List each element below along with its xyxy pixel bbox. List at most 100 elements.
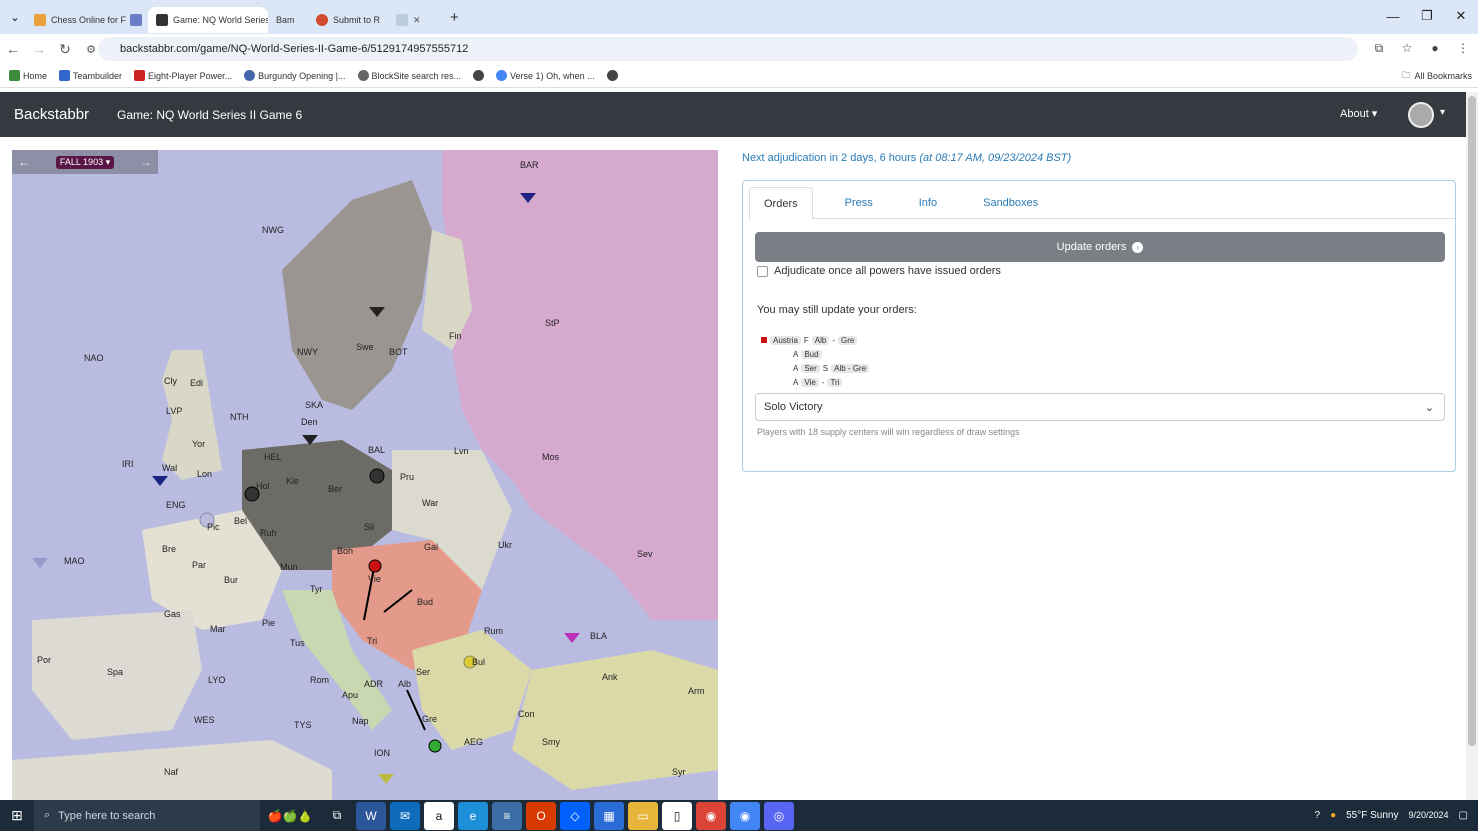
bookmark-burgundy[interactable]: Burgundy Opening |... [241,70,348,81]
bookmark-verse[interactable]: Verse 1) Oh, when ... [493,70,598,81]
province-spa: Spa [107,667,124,677]
file-explorer-icon[interactable]: ▭ [628,801,658,830]
home-bookmark-icon [9,70,20,81]
amazon-icon[interactable]: a [424,801,454,830]
next-phase-icon[interactable]: → [140,155,152,169]
discord-icon[interactable]: ◎ [764,801,794,830]
scrollbar-thumb[interactable] [1468,96,1476,746]
browser-tab-4[interactable]: Submit to R [308,7,388,33]
update-orders-button[interactable]: Update orders › [755,232,1445,262]
unit-bal[interactable] [369,468,385,484]
chevron-down-icon[interactable]: ▾ [1440,107,1445,118]
close-tab-icon[interactable]: ✕ [413,15,421,26]
restore-icon[interactable]: ❐ [1410,0,1444,32]
help-icon[interactable]: ? [1315,810,1321,821]
province-bel: Bel [234,516,248,526]
order-row[interactable]: A Ser S Alb - Gre [761,361,870,375]
province-fin: Fin [449,331,462,341]
unit-gre[interactable] [428,739,442,753]
mail-icon[interactable]: ✉ [390,801,420,830]
windows-start-icon[interactable]: ⊞ [0,800,34,831]
page-scrollbar[interactable] [1466,92,1478,800]
province-aeg: AEG [464,737,484,747]
close-window-icon[interactable]: ✕ [1444,0,1478,32]
clock[interactable]: 9/20/2024 [1409,810,1449,821]
wordpress-icon [244,70,256,81]
previous-phase-icon[interactable]: ← [18,155,30,169]
search-icon: ⌕ [44,809,51,821]
order-row[interactable]: A Bud [761,347,869,361]
edge-icon[interactable]: e [458,801,488,830]
minimize-icon[interactable]: — [1376,0,1410,32]
bookmark-blocksite[interactable]: BlockSite search res... [355,70,465,81]
bookmark-teambuilder[interactable]: Teambuilder [56,70,125,81]
game-title[interactable]: Game: NQ World Series II Game 6 [117,108,302,122]
fruit-widget-icon[interactable]: 🍎🍏🍐 [262,802,318,830]
user-avatar[interactable] [1408,102,1434,128]
system-tray: ? ● 55°F Sunny 9/20/2024 ▢ [1315,800,1478,831]
tab-search-button[interactable]: ⌄ [4,6,26,28]
profile-icon[interactable]: ● [1424,37,1446,59]
about-menu[interactable]: About ▾ [1340,107,1377,120]
unit-vie[interactable] [368,559,382,573]
word-icon[interactable]: W [356,801,386,830]
province-sev: Sev [637,549,653,559]
task-view-icon[interactable]: ⧉ [322,802,352,830]
chrome-icon[interactable]: ◉ [696,801,726,830]
tab-sandboxes[interactable]: Sandboxes [969,187,1052,218]
weather-text[interactable]: 55°F Sunny [1346,810,1398,821]
all-bookmarks[interactable]: 🗀 All Bookmarks [1401,68,1472,84]
tab-press[interactable]: Press [831,187,887,218]
province-bot: BOT [389,347,408,357]
province-gal: Gal [424,542,439,552]
browser-tab-1[interactable]: Chess Online for FREE [26,7,126,33]
store-icon[interactable]: ▦ [594,801,624,830]
dropbox-icon[interactable]: ◇ [560,801,590,830]
google-icon [496,70,508,81]
notification-icon[interactable]: ▢ [1459,810,1468,821]
bookmark-star-icon[interactable]: ☆ [1396,37,1418,59]
bookmark-globe-2[interactable] [604,70,621,81]
office-icon[interactable]: O [526,801,556,830]
message-panel[interactable] [748,488,1456,796]
back-icon[interactable]: ← [0,36,26,62]
adjudicate-checkbox-row[interactable]: Adjudicate once all powers have issued o… [757,265,1001,277]
chevron-down-icon: ⌄ [1424,401,1434,414]
reload-icon[interactable]: ↻ [52,36,78,62]
screen-share-icon[interactable]: ⧉ [1368,37,1390,59]
brand-logo[interactable]: Backstabbr [14,106,89,123]
phase-selector[interactable]: FALL 1903 ▾ [55,155,115,169]
menu-kebab-icon[interactable]: ⋮ [1452,37,1474,59]
province-mos: Mos [542,452,560,462]
province-con: Con [518,709,535,719]
browser-tab-chip[interactable] [126,7,148,33]
diplomacy-map[interactable]: BAR NWG NAO Cly Edi LVP NTH Yor IRI Wal … [12,150,718,800]
forward-icon[interactable]: → [26,36,52,62]
order-row[interactable]: A Vie - Tri [761,375,869,389]
province-bar: BAR [520,160,539,170]
bookmark-globe-1[interactable] [470,70,487,81]
province-smy: Smy [542,737,560,747]
province-pie: Pie [262,618,276,628]
notepad-icon[interactable]: ▯ [662,801,692,830]
province-yor: Yor [192,439,206,449]
order-row[interactable]: Austria F Alb - Gre [761,333,869,347]
province-bal: BAL [368,445,386,455]
draw-type-select[interactable]: Solo Victory ⌄ [755,393,1445,421]
bookmark-home[interactable]: Home [6,70,50,81]
browser-tab-2[interactable]: Game: NQ World Series I [148,7,268,33]
tab-orders[interactable]: Orders [749,187,813,220]
new-tab-button[interactable]: + [450,9,459,26]
browser-toolbar: ← → ↻ ⚙ backstabbr.com/game/NQ-World-Ser… [0,34,1478,64]
chrome-profile-icon[interactable]: ◉ [730,801,760,830]
tab-info[interactable]: Info [905,187,951,218]
address-bar[interactable]: backstabbr.com/game/NQ-World-Series-II-G… [98,37,1358,61]
browser-tab-5[interactable]: ✕ [388,7,444,33]
phase-navigator: ← FALL 1903 ▾ → [12,150,158,174]
taskbar-search[interactable]: ⌕ Type here to search [34,800,260,831]
bookmark-eight-player[interactable]: Eight-Player Power... [131,70,235,81]
browser-tab-3[interactable]: Bam [268,7,308,33]
adjudicate-checkbox[interactable] [757,265,768,277]
chevron-down-icon: ⌄ [10,11,20,24]
calculator-icon[interactable]: ≡ [492,801,522,830]
